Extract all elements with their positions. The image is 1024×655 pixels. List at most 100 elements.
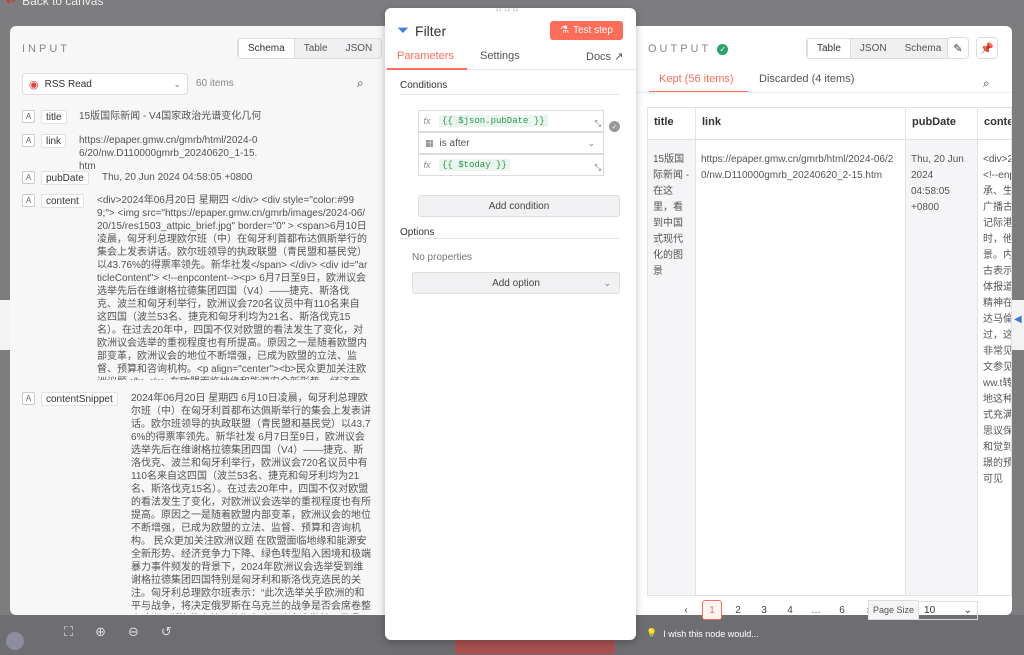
edit-output-button[interactable]: ✎ — [947, 37, 969, 59]
input-items-count: 60 items — [196, 78, 234, 89]
node-title[interactable]: Filter — [415, 23, 446, 39]
schema-field-link: Alink https://epaper.gmw.cn/gmrb/html/20… — [22, 134, 372, 173]
column-header-link[interactable]: link — [696, 108, 906, 140]
string-type-icon: A — [22, 134, 35, 147]
field-name[interactable]: link — [41, 134, 67, 148]
page-size-control: Page Size 10 ⌄ — [868, 600, 979, 620]
field-value: Thu, 20 Jun 2024 04:58:05 +0800 — [102, 172, 253, 183]
expand-icon[interactable]: ⤡ — [595, 163, 601, 173]
test-step-button[interactable]: ⚗ Test step — [550, 21, 623, 40]
canvas-node-edge-right: ◀ — [1012, 300, 1024, 350]
chevron-down-icon: ⌄ — [963, 604, 973, 616]
filter-funnel-icon: ⏷ — [397, 22, 410, 39]
page-button[interactable]: 3 — [754, 600, 774, 620]
operator-select[interactable]: ▦ is after ⌄ — [418, 132, 604, 154]
filter-header: ⏷ Filter ⚗ Test step Parameters Settings… — [385, 8, 636, 70]
column-header-title[interactable]: title — [648, 108, 696, 140]
field-value: 15版国际新闻 - V4国家政治光谱变化几何 — [79, 111, 262, 122]
string-type-icon: A — [22, 392, 35, 405]
string-type-icon: A — [22, 110, 35, 123]
input-view-table[interactable]: Table — [295, 39, 337, 58]
tab-discarded[interactable]: Discarded (4 items) — [759, 73, 854, 85]
schema-field-pubdate: ApubDate Thu, 20 Jun 2024 04:58:05 +0800 — [22, 171, 372, 185]
connector-arrow-icon: ◀ — [1014, 314, 1022, 325]
pin-icon: 📌 — [980, 42, 994, 55]
input-view-json[interactable]: JSON — [337, 39, 382, 58]
input-node-select[interactable]: ◉ RSS Read ⌄ — [22, 73, 188, 95]
prev-page-icon[interactable]: ‹ — [676, 600, 696, 620]
input-title: INPUT — [22, 43, 70, 55]
expression-fx-icon: fx — [423, 116, 431, 126]
pencil-icon: ✎ — [953, 42, 963, 55]
right-value-expression: {{ $today }} — [439, 159, 510, 171]
table-cell-pubdate: Thu, 20 Jun 2024 04:58:05 +0800 — [906, 140, 978, 595]
output-title: OUTPUT — [648, 43, 712, 55]
column-header-pubdate[interactable]: pubDate — [906, 108, 978, 140]
schema-field-content: Acontent <div>2024年06月20日 星期四 </div> <di… — [22, 194, 372, 380]
conditions-label: Conditions — [400, 80, 448, 91]
active-tab-indicator — [387, 68, 467, 70]
execute-workflow-button[interactable] — [455, 640, 615, 654]
divider — [400, 238, 620, 239]
page-button[interactable]: 6 — [832, 600, 852, 620]
search-icon[interactable]: ⌕ — [357, 76, 364, 91]
input-node-label: RSS Read — [44, 78, 92, 90]
expand-icon[interactable]: ⤡ — [595, 119, 601, 129]
input-view-schema[interactable]: Schema — [238, 39, 295, 58]
output-view-switch: Table JSON Schema — [806, 38, 952, 59]
no-properties-text: No properties — [412, 252, 473, 263]
output-table: title link pubDate content 15版国际新闻 - 在这里… — [647, 107, 1012, 596]
chevron-down-icon: ⌄ — [173, 78, 181, 89]
left-value-input[interactable]: fx {{ $json.pubDate }} ⤡ — [418, 110, 604, 132]
field-value: https://epaper.gmw.cn/gmrb/html/2024-06/… — [79, 135, 258, 172]
tab-settings[interactable]: Settings — [480, 50, 520, 62]
flask-icon: ⚗ — [560, 25, 569, 36]
output-view-schema[interactable]: Schema — [896, 39, 951, 58]
page-button[interactable]: 1 — [702, 600, 722, 620]
pin-data-button[interactable]: 📌 — [976, 37, 998, 59]
field-name[interactable]: contentSnippet — [41, 392, 118, 406]
field-name[interactable]: title — [41, 110, 67, 124]
reset-zoom-icon[interactable]: ↺ — [161, 624, 172, 640]
zoom-out-icon[interactable]: ⊖ — [128, 624, 139, 640]
field-name[interactable]: pubDate — [41, 171, 89, 185]
page-button[interactable]: 4 — [780, 600, 800, 620]
chevron-down-icon: ⌄ — [603, 277, 611, 288]
pagination: ‹ 1 2 3 4 … 6 › — [676, 600, 878, 620]
node-tabs: Parameters Settings Docs ↗ — [385, 48, 636, 70]
globe-icon[interactable] — [6, 632, 24, 650]
right-value-input[interactable]: fx {{ $today }} ⤡ — [418, 154, 604, 176]
docs-link[interactable]: Docs ↗ — [586, 50, 623, 63]
output-view-json[interactable]: JSON — [851, 39, 896, 58]
page-ellipsis[interactable]: … — [806, 600, 826, 620]
options-label: Options — [400, 227, 435, 238]
field-name[interactable]: content — [41, 194, 84, 208]
add-condition-button[interactable]: Add condition — [418, 195, 620, 217]
search-icon[interactable]: ⌕ — [983, 76, 990, 91]
zoom-in-icon[interactable]: ⊕ — [95, 624, 106, 640]
output-view-table[interactable]: Table — [807, 39, 851, 58]
output-title-row: OUTPUT ✓ — [648, 43, 729, 55]
input-panel: INPUT Schema Table JSON ◉ RSS Read ⌄ 60 … — [10, 26, 386, 615]
rss-icon: ◉ — [29, 78, 39, 91]
feedback-text: I wish this node would... — [663, 628, 759, 639]
page-size-value: 10 — [924, 604, 936, 616]
divider — [400, 94, 620, 95]
page-size-select[interactable]: 10 ⌄ — [918, 600, 979, 620]
fit-view-icon[interactable]: ⛶ — [64, 624, 73, 640]
tab-parameters[interactable]: Parameters — [397, 50, 454, 62]
condition-check-icon: ✓ — [609, 121, 620, 132]
tab-kept[interactable]: Kept (56 items) — [659, 73, 734, 85]
back-to-canvas-link[interactable]: ↩ Back to canvas — [6, 0, 103, 8]
chevron-down-icon: ⌄ — [587, 137, 595, 148]
feedback-link[interactable]: 💡 I wish this node would... — [646, 628, 759, 639]
column-header-content[interactable]: content — [978, 108, 1011, 140]
page-button[interactable]: 2 — [728, 600, 748, 620]
back-to-canvas-label: Back to canvas — [22, 0, 104, 8]
table-cell-title: 15版国际新闻 - 在这里，看到中国式现代化的图景 — [648, 140, 696, 595]
string-type-icon: A — [22, 194, 35, 207]
calendar-icon: ▦ — [425, 137, 434, 148]
table-cell-link: https://epaper.gmw.cn/gmrb/html/2024-06/… — [696, 140, 906, 595]
canvas-node-edge-left — [0, 300, 10, 350]
add-option-button[interactable]: Add option ⌄ — [412, 272, 620, 294]
